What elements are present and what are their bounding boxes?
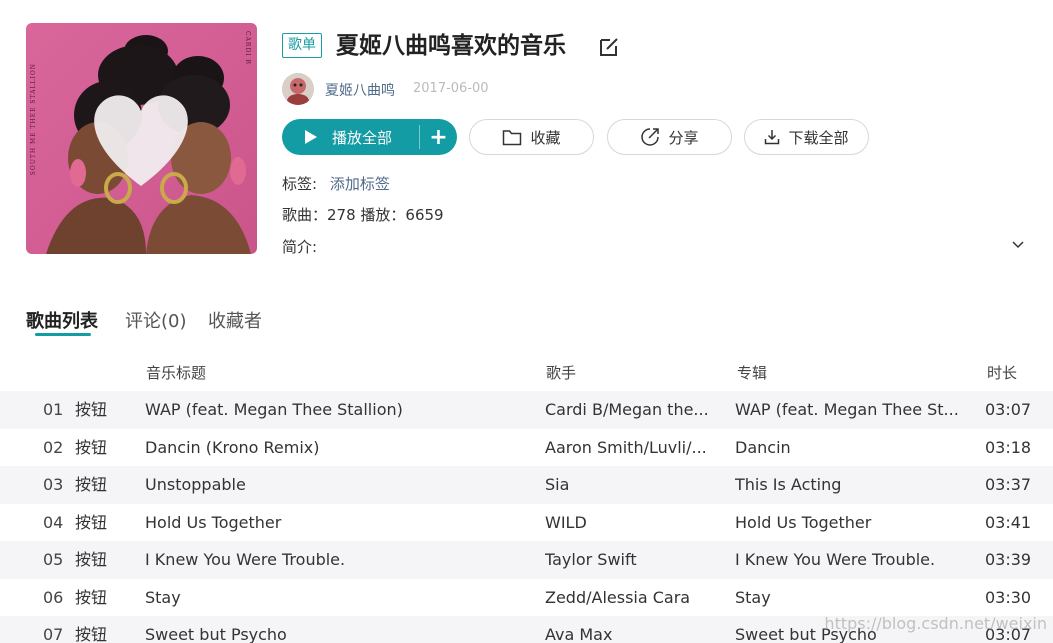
page-title: 夏姬八曲鸣喜欢的音乐 (336, 33, 566, 59)
song-album[interactable]: Hold Us Together (735, 504, 960, 541)
table-row[interactable]: 03 按钮 Unstoppable Sia This Is Acting 03:… (0, 466, 1053, 504)
row-index: 06 (43, 587, 64, 607)
row-index: 04 (43, 512, 64, 532)
cover-side-text: SOUTH ME THEE STALLION (30, 63, 37, 176)
tab-comments[interactable]: 评论(0) (125, 307, 187, 333)
song-duration: 03:41 (985, 512, 1032, 532)
song-album[interactable]: Stay (735, 579, 960, 616)
row-index: 07 (43, 625, 64, 643)
song-artist[interactable]: Zedd/Alessia Cara (545, 579, 710, 616)
playlist-page: SOUTH ME THEE STALLION CARDI B 歌单 夏姬八曲鸣喜… (0, 0, 1053, 643)
download-all-button[interactable]: 下载全部 (744, 119, 869, 155)
chevron-down-icon[interactable] (1010, 238, 1026, 252)
song-duration: 03:30 (985, 587, 1032, 607)
column-header-artist[interactable]: 歌手 (546, 362, 576, 383)
song-album[interactable]: I Knew You Were Trouble. (735, 541, 960, 578)
creator-name-link[interactable]: 夏姬八曲鸣 (325, 80, 395, 100)
intro-label: 简介: (282, 238, 318, 256)
play-all-button-group: 播放全部 + (282, 119, 457, 155)
song-duration: 03:39 (985, 550, 1032, 569)
cover-artwork (46, 35, 251, 254)
row-action-button[interactable]: 按钮 (75, 504, 115, 541)
download-all-label: 下载全部 (788, 128, 849, 147)
song-title: WAP (feat. Megan Thee Stallion) (145, 400, 403, 419)
row-index: 05 (43, 550, 64, 569)
collect-label: 收藏 (530, 128, 561, 147)
song-artist[interactable]: Aaron Smith/Luvli/... (545, 429, 710, 466)
avatar[interactable] (282, 73, 314, 105)
create-date: 2017-06-00 (413, 81, 489, 96)
table-row[interactable]: 05 按钮 I Knew You Were Trouble. Taylor Sw… (0, 541, 1053, 579)
column-header-duration[interactable]: 时长 (987, 362, 1017, 383)
song-album[interactable]: Dancin (735, 429, 960, 466)
play-all-button[interactable]: 播放全部 (282, 119, 419, 155)
row-action-button[interactable]: 按钮 (75, 616, 115, 643)
playlist-cover[interactable]: SOUTH ME THEE STALLION CARDI B (26, 23, 257, 254)
play-icon (305, 130, 317, 144)
song-title: Sweet but Psycho (145, 625, 287, 643)
song-artist[interactable]: Sia (545, 466, 710, 503)
table-row[interactable]: 04 按钮 Hold Us Together WILD Hold Us Toge… (0, 504, 1053, 542)
song-artist[interactable]: Ava Max (545, 616, 710, 643)
song-artist[interactable]: WILD (545, 504, 710, 541)
song-album[interactable]: WAP (feat. Megan Thee St... (735, 391, 960, 428)
collect-button[interactable]: 收藏 (469, 119, 594, 155)
tags-label: 标签: (282, 175, 318, 193)
song-title: Stay (145, 587, 181, 607)
song-table: 01 按钮 WAP (feat. Megan Thee Stallion) Ca… (0, 391, 1053, 643)
edit-icon[interactable] (597, 35, 621, 59)
share-icon (641, 128, 660, 146)
playlist-stats: 歌曲：278 播放：6659 (282, 206, 444, 224)
song-artist[interactable]: Cardi B/Megan the... (545, 391, 710, 428)
song-title: Dancin (Krono Remix) (145, 437, 320, 457)
row-index: 03 (43, 475, 64, 494)
row-action-button[interactable]: 按钮 (75, 579, 115, 616)
add-to-queue-button[interactable]: + (420, 119, 457, 155)
tags-row: 标签: 添加标签 (282, 173, 390, 194)
playlist-type-badge: 歌单 (282, 33, 322, 58)
row-action-button[interactable]: 按钮 (75, 391, 115, 428)
table-row[interactable]: 06 按钮 Stay Zedd/Alessia Cara Stay 03:30 (0, 579, 1053, 617)
tab-collectors[interactable]: 收藏者 (208, 307, 262, 333)
row-index: 02 (43, 437, 64, 457)
song-album[interactable]: This Is Acting (735, 466, 960, 503)
share-button[interactable]: 分享 (607, 119, 732, 155)
cover-artist-text: CARDI B (244, 31, 251, 65)
watermark: https://blog.csdn.net/weixin (824, 614, 1047, 633)
song-duration: 03:37 (985, 475, 1032, 494)
download-icon (765, 130, 780, 145)
table-row[interactable]: 02 按钮 Dancin (Krono Remix) Aaron Smith/L… (0, 429, 1053, 467)
song-title: Hold Us Together (145, 512, 282, 532)
song-artist[interactable]: Taylor Swift (545, 541, 710, 578)
row-action-button[interactable]: 按钮 (75, 429, 115, 466)
row-action-button[interactable]: 按钮 (75, 466, 115, 503)
tab-song-list[interactable]: 歌曲列表 (26, 307, 98, 333)
song-title: I Knew You Were Trouble. (145, 550, 346, 569)
table-row[interactable]: 01 按钮 WAP (feat. Megan Thee Stallion) Ca… (0, 391, 1053, 429)
row-action-button[interactable]: 按钮 (75, 541, 115, 578)
row-index: 01 (43, 400, 64, 419)
play-all-label: 播放全部 (332, 128, 393, 147)
song-duration: 03:07 (985, 400, 1032, 419)
column-header-album[interactable]: 专辑 (737, 362, 767, 383)
add-tags-link[interactable]: 添加标签 (330, 175, 390, 193)
active-tab-indicator (35, 333, 91, 336)
share-label: 分享 (668, 128, 699, 147)
column-header-title[interactable]: 音乐标题 (146, 362, 206, 383)
folder-icon (503, 129, 522, 145)
song-duration: 03:18 (985, 437, 1032, 457)
song-title: Unstoppable (145, 475, 246, 494)
